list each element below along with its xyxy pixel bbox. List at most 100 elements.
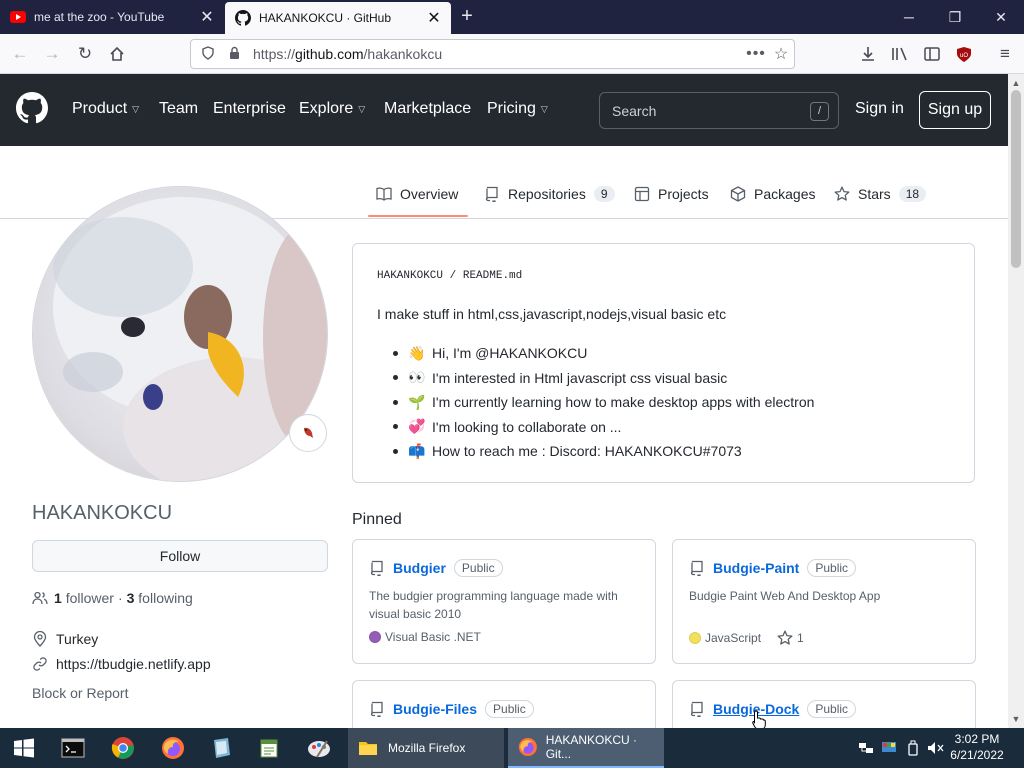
bookmark-star-icon[interactable]: ☆ bbox=[768, 44, 794, 64]
list-item-text: I'm currently learning how to make deskt… bbox=[432, 394, 815, 411]
tab-title: me at the zoo - YouTube bbox=[34, 10, 165, 24]
network-icon[interactable] bbox=[856, 728, 876, 768]
follow-button[interactable]: Follow bbox=[32, 540, 328, 572]
tab-overview[interactable]: Overview bbox=[376, 186, 458, 202]
sign-up-button[interactable]: Sign up bbox=[919, 91, 991, 129]
stars-count: 18 bbox=[898, 186, 927, 202]
visibility-badge: Public bbox=[453, 559, 503, 577]
readme-owner-link[interactable]: HAKANKOKCU bbox=[377, 270, 443, 282]
following-link[interactable]: 3 following bbox=[127, 590, 193, 606]
firefox-icon[interactable] bbox=[150, 728, 196, 768]
location-text: Turkey bbox=[56, 631, 99, 647]
chevron-down-icon: ▽ bbox=[540, 103, 548, 114]
browser-tab-youtube[interactable]: me at the zoo - YouTube ✕ bbox=[0, 0, 224, 34]
volume-muted-icon[interactable] bbox=[926, 728, 946, 768]
bullet bbox=[393, 448, 398, 454]
new-tab-button[interactable]: + bbox=[456, 6, 478, 28]
windows-start-icon[interactable] bbox=[0, 728, 48, 768]
back-icon[interactable]: ← bbox=[8, 42, 32, 66]
scroll-up-icon[interactable]: ▲ bbox=[1008, 76, 1024, 90]
taskbar-app-file-explorer[interactable]: Mozilla Firefox bbox=[348, 728, 504, 768]
nav-product[interactable]: Product ▽ bbox=[72, 100, 139, 118]
repo-description: Budgie Paint Web And Desktop App bbox=[689, 589, 881, 603]
bullet bbox=[393, 375, 398, 381]
sign-in-link[interactable]: Sign in bbox=[855, 100, 904, 118]
path-separator: / bbox=[449, 270, 457, 282]
nav-explore[interactable]: Explore ▽ bbox=[299, 100, 365, 118]
repo-icon bbox=[690, 560, 703, 576]
search-placeholder: Search bbox=[612, 102, 657, 119]
readme-file-link[interactable]: README bbox=[463, 270, 503, 282]
nav-pricing[interactable]: Pricing ▽ bbox=[487, 100, 548, 118]
repo-meta: Visual Basic .NET bbox=[369, 630, 481, 644]
repo-name-link[interactable]: Budgier bbox=[393, 560, 446, 576]
chevron-down-icon: ▽ bbox=[358, 103, 366, 114]
readme-path: HAKANKOKCU / README.md bbox=[377, 270, 522, 282]
system-clock[interactable]: 3:02 PM 6/21/2022 bbox=[944, 731, 1010, 763]
visibility-badge: Public bbox=[807, 559, 857, 577]
people-icon bbox=[32, 591, 48, 605]
shield-icon[interactable] bbox=[199, 45, 217, 63]
sidebar-icon[interactable] bbox=[920, 42, 944, 66]
star-icon bbox=[834, 186, 850, 201]
visual-studio-icon[interactable] bbox=[198, 728, 244, 768]
window-close-icon[interactable]: ✕ bbox=[978, 0, 1024, 34]
followers-link[interactable]: 1 follower bbox=[54, 590, 114, 606]
page-actions-icon[interactable]: ••• bbox=[744, 45, 768, 63]
website-link[interactable]: https://tbudgie.netlify.app bbox=[56, 656, 211, 672]
cmd-icon[interactable] bbox=[50, 728, 96, 768]
tab-packages[interactable]: Packages bbox=[730, 186, 815, 202]
close-tab-icon[interactable]: ✕ bbox=[196, 6, 218, 28]
repo-icon bbox=[370, 701, 383, 717]
notepad-icon[interactable] bbox=[246, 728, 292, 768]
github-search-input[interactable]: Search / bbox=[599, 92, 839, 129]
follow-stats: 1 follower · 3 following bbox=[32, 590, 193, 606]
restore-icon[interactable]: ❐ bbox=[932, 0, 978, 34]
page-scrollbar[interactable]: ▲ ▼ bbox=[1008, 74, 1024, 728]
follow-separator: · bbox=[117, 590, 123, 606]
status-emoji-icon[interactable] bbox=[289, 414, 327, 452]
bullet bbox=[393, 424, 398, 430]
usb-drive-icon[interactable] bbox=[903, 728, 923, 768]
address-bar[interactable]: https://github.com/hakankokcu ••• ☆ bbox=[190, 39, 795, 69]
chrome-icon[interactable] bbox=[100, 728, 146, 768]
nav-team[interactable]: Team bbox=[159, 100, 198, 118]
github-logo-icon[interactable] bbox=[16, 92, 48, 124]
lock-icon[interactable] bbox=[225, 46, 243, 62]
nav-marketplace[interactable]: Marketplace bbox=[384, 100, 471, 118]
taskbar-app-firefox[interactable]: HAKANKOKCU · Git... bbox=[508, 728, 664, 768]
taskbar-app-label: HAKANKOKCU · Git... bbox=[545, 733, 638, 761]
library-icon[interactable] bbox=[888, 42, 912, 66]
reload-icon[interactable]: ↻ bbox=[73, 42, 97, 66]
block-or-report-link[interactable]: Block or Report bbox=[32, 685, 128, 701]
avatar[interactable] bbox=[32, 186, 328, 482]
menu-icon[interactable]: ≡ bbox=[993, 42, 1017, 66]
scroll-down-icon[interactable]: ▼ bbox=[1008, 712, 1024, 726]
tab-stars[interactable]: Stars 18 bbox=[834, 186, 927, 202]
close-tab-icon[interactable]: ✕ bbox=[423, 7, 445, 29]
nav-enterprise[interactable]: Enterprise bbox=[213, 100, 286, 118]
url-text[interactable]: https://github.com/hakankokcu bbox=[253, 46, 744, 62]
forward-icon[interactable]: → bbox=[40, 42, 64, 66]
readme-file-ext: .md bbox=[502, 270, 523, 282]
repo-name-link[interactable]: Budgie-Files bbox=[393, 701, 477, 717]
repo-name-link[interactable]: Budgie-Paint bbox=[713, 560, 799, 576]
scrollbar-thumb[interactable] bbox=[1011, 90, 1021, 268]
search-shortcut-key: / bbox=[810, 102, 829, 121]
list-item-text: How to reach me : Discord: HAKANKOKCU#70… bbox=[432, 443, 742, 460]
list-item: 👋 Hi, I'm @HAKANKOKCU bbox=[393, 341, 814, 366]
minimize-icon[interactable]: ─ bbox=[886, 0, 932, 34]
folder-icon bbox=[359, 742, 377, 755]
home-icon[interactable] bbox=[105, 42, 129, 66]
ublock-icon[interactable]: uO bbox=[952, 42, 976, 66]
paint-icon[interactable] bbox=[296, 728, 342, 768]
browser-tab-github[interactable]: HAKANKOKCU · GitHub ✕ bbox=[225, 2, 451, 34]
tab-repositories[interactable]: Repositories 9 bbox=[484, 186, 615, 202]
display-icon[interactable] bbox=[879, 728, 899, 768]
download-icon[interactable] bbox=[856, 42, 880, 66]
link-icon bbox=[33, 657, 47, 671]
taskbar-app-label: Mozilla Firefox bbox=[388, 741, 466, 755]
repo-icon bbox=[485, 186, 498, 202]
repo-stars-link[interactable]: 1 bbox=[777, 630, 804, 646]
tab-projects[interactable]: Projects bbox=[634, 186, 709, 202]
